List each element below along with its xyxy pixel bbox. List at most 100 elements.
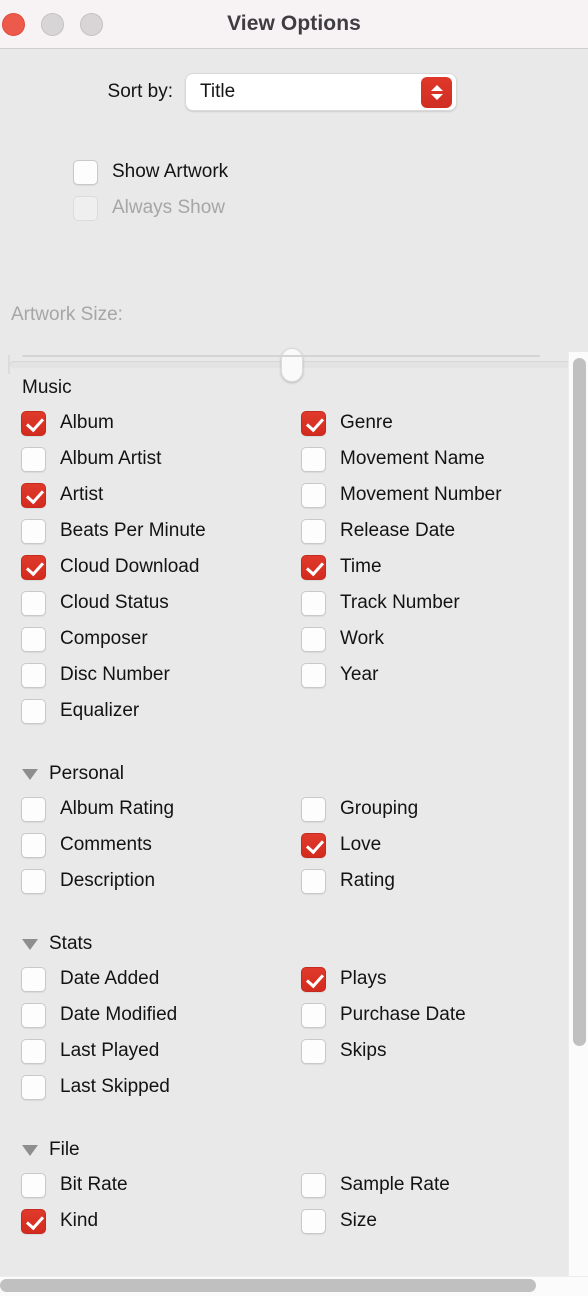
field-row-beats-per-minute[interactable]: Beats Per Minute [21,513,280,549]
section-file: File Bit Rate Kind Sample Rate Size [0,1133,560,1239]
field-row-work[interactable]: Work [301,621,560,657]
field-row-date-added[interactable]: Date Added [21,961,280,997]
section-header-personal[interactable]: Personal [0,757,560,791]
field-row-bit-rate[interactable]: Bit Rate [21,1167,280,1203]
checkbox-album[interactable] [21,410,46,436]
column-right: Genre Movement Name Movement Number Release… [280,405,560,729]
field-row-cloud-status[interactable]: Cloud Status [21,585,280,621]
checkbox-love[interactable] [301,832,326,858]
checkbox-label-comments: Comments [60,834,152,855]
checkbox-grouping[interactable] [301,796,326,822]
checkbox-comments[interactable] [21,832,46,858]
checkbox-date-modified[interactable] [21,1002,46,1028]
checkbox-plays[interactable] [301,966,326,992]
artwork-options-group: Show Artwork Always Show [0,154,560,226]
checkbox-album-artist[interactable] [21,446,46,472]
checkbox-label-beats-per-minute: Beats Per Minute [60,520,206,541]
window-title: View Options [227,12,361,35]
field-row-album-artist[interactable]: Album Artist [21,441,280,477]
checkbox-beats-per-minute[interactable] [21,518,46,544]
checkbox-disc-number[interactable] [21,662,46,688]
checkbox-album-rating[interactable] [21,796,46,822]
field-row-release-date[interactable]: Release Date [301,513,560,549]
dialog-body: Sort by: Title Show Artwork Always Show … [0,49,588,1296]
section-header-stats[interactable]: Stats [0,927,560,961]
checkbox-label-size: Size [340,1210,377,1231]
checkbox-sample-rate[interactable] [301,1172,326,1198]
checkbox-movement-number[interactable] [301,482,326,508]
always-show-row: Always Show [0,190,560,226]
field-row-album[interactable]: Album [21,405,280,441]
checkbox-artist[interactable] [21,482,46,508]
checkbox-label-composer: Composer [60,628,148,649]
field-row-kind[interactable]: Kind [21,1203,280,1239]
checkbox-bit-rate[interactable] [21,1172,46,1198]
field-row-time[interactable]: Time [301,549,560,585]
field-row-year[interactable]: Year [301,657,560,693]
disclosure-triangle-icon[interactable] [22,938,38,950]
field-row-description[interactable]: Description [21,863,280,899]
section-personal: Personal Album Rating Comments Description G… [0,757,560,899]
disclosure-triangle-icon[interactable] [22,1144,38,1156]
checkbox-label-love: Love [340,834,382,855]
field-row-purchase-date[interactable]: Purchase Date [301,997,560,1033]
horizontal-scrollbar-thumb[interactable] [0,1279,536,1292]
field-row-last-skipped[interactable]: Last Skipped [21,1069,280,1105]
field-row-grouping[interactable]: Grouping [301,791,560,827]
checkbox-label-work: Work [340,628,384,649]
checkbox-track-number[interactable] [301,590,326,616]
checkbox-release-date[interactable] [301,518,326,544]
checkbox-movement-name[interactable] [301,446,326,472]
checkbox-last-played[interactable] [21,1038,46,1064]
field-row-cloud-download[interactable]: Cloud Download [21,549,280,585]
horizontal-scrollbar[interactable] [0,1276,588,1296]
checkbox-size[interactable] [301,1208,326,1234]
checkbox-rating[interactable] [301,868,326,894]
checkbox-work[interactable] [301,626,326,652]
checkbox-label-disc-number: Disc Number [60,664,170,685]
field-row-movement-number[interactable]: Movement Number [301,477,560,513]
field-row-sample-rate[interactable]: Sample Rate [301,1167,560,1203]
field-row-genre[interactable]: Genre [301,405,560,441]
field-row-album-rating[interactable]: Album Rating [21,791,280,827]
checkbox-genre[interactable] [301,410,326,436]
field-row-plays[interactable]: Plays [301,961,560,997]
section-stats: Stats Date Added Date Modified Last Played L… [0,927,560,1105]
checkbox-composer[interactable] [21,626,46,652]
field-row-comments[interactable]: Comments [21,827,280,863]
field-row-skips[interactable]: Skips [301,1033,560,1069]
section-header-file[interactable]: File [0,1133,560,1167]
field-row-composer[interactable]: Composer [21,621,280,657]
disclosure-triangle-icon[interactable] [22,768,38,780]
vertical-scrollbar[interactable] [568,352,588,1296]
field-row-size[interactable]: Size [301,1203,560,1239]
checkbox-purchase-date[interactable] [301,1002,326,1028]
checkbox-description[interactable] [21,868,46,894]
field-row-movement-name[interactable]: Movement Name [301,441,560,477]
field-row-last-played[interactable]: Last Played [21,1033,280,1069]
sort-by-popup-button[interactable]: Title [185,73,457,111]
checkbox-kind[interactable] [21,1208,46,1234]
checkbox-label-album-artist: Album Artist [60,448,162,469]
checkbox-cloud-download[interactable] [21,554,46,580]
artwork-size-label: Artwork Size: [11,304,123,325]
checkbox-cloud-status[interactable] [21,590,46,616]
checkbox-time[interactable] [301,554,326,580]
section-columns: Album Album Artist Artist Beats Per Minute C… [0,405,560,729]
field-row-date-modified[interactable]: Date Modified [21,997,280,1033]
field-row-artist[interactable]: Artist [21,477,280,513]
checkbox-skips[interactable] [301,1038,326,1064]
checkbox-date-added[interactable] [21,966,46,992]
show-artwork-row[interactable]: Show Artwork [0,154,560,190]
checkbox-year[interactable] [301,662,326,688]
vertical-scrollbar-thumb[interactable] [573,358,586,1046]
field-row-track-number[interactable]: Track Number [301,585,560,621]
field-row-equalizer[interactable]: Equalizer [21,693,280,729]
field-row-rating[interactable]: Rating [301,863,560,899]
show-artwork-checkbox[interactable] [73,159,98,185]
checkbox-last-skipped[interactable] [21,1074,46,1100]
checkbox-equalizer[interactable] [21,698,46,724]
field-row-disc-number[interactable]: Disc Number [21,657,280,693]
field-row-love[interactable]: Love [301,827,560,863]
